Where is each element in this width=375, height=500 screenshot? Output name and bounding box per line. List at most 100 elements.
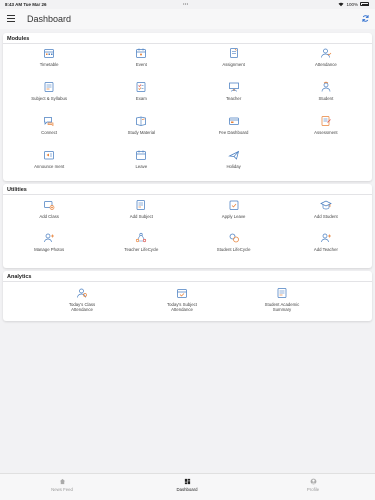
- modules-item-subject-syllabus[interactable]: Subject & Syllabus: [3, 81, 95, 115]
- modules-item-label: Subject & Syllabus: [31, 96, 68, 101]
- analytics-grid: Today's Class Attendance Today's Subject …: [32, 287, 332, 321]
- utilities-item-label: Add Teacher: [313, 247, 338, 252]
- utilities-item-apply-leave[interactable]: Apply Leave: [188, 199, 280, 232]
- analytics-divider: [3, 281, 372, 282]
- exam-icon: [137, 82, 146, 92]
- profile-icon: [310, 478, 316, 485]
- academic-summary-icon: [277, 288, 287, 298]
- analytics-item-label: Today's Subject Attendance: [167, 302, 197, 312]
- utilities-item-add-subject[interactable]: Add Subject: [95, 199, 187, 232]
- modules-item-announce-ment[interactable]: Announce ment: [3, 149, 95, 183]
- modules-item-label: Study Material: [127, 130, 156, 135]
- modules-divider: [3, 43, 372, 44]
- utilities-card: Utilities Add Class Add Subject Apply Leav…: [3, 184, 372, 268]
- add-teacher-icon: [321, 233, 331, 243]
- syllabus-icon: [44, 82, 54, 92]
- attendance-icon: [321, 48, 332, 58]
- modules-item-timetable[interactable]: Timetable: [3, 47, 95, 81]
- utilities-item-label: Manage Photos: [34, 247, 65, 252]
- analytics-card: Analytics Today's Class Attendance Today'…: [3, 271, 372, 321]
- modules-item-label: Holiday: [226, 164, 241, 169]
- tab-news-feed[interactable]: News Feed: [32, 478, 92, 492]
- utilities-item-label: Apply Leave: [221, 214, 246, 219]
- add-student-icon: [320, 200, 332, 210]
- assessment-icon: [321, 116, 331, 126]
- modules-item-attendance[interactable]: Attendance: [280, 47, 372, 81]
- modules-item-teacher[interactable]: Teacher: [188, 81, 280, 115]
- dashboard-icon: [184, 478, 190, 485]
- utilities-item-manage-photos[interactable]: Manage Photos: [3, 232, 95, 265]
- utilities-item-teacher-lifecycle[interactable]: Teacher LifeCycle: [95, 232, 187, 265]
- modules-grid: Timetable Event Assignment Attendance Subjec…: [3, 47, 372, 183]
- timetable-icon: [44, 49, 54, 58]
- tab-dashboard-label: Dashboard: [176, 486, 198, 492]
- assignment-icon: [229, 48, 238, 58]
- utilities-item-add-student[interactable]: Add Student: [280, 199, 372, 232]
- modules-item-label: Exam: [135, 96, 147, 101]
- modules-item-label: Connect: [41, 130, 58, 135]
- modules-item-label: Assignment: [222, 62, 245, 67]
- analytics-title: Analytics: [7, 273, 32, 280]
- wifi-icon: [338, 2, 344, 6]
- battery-icon: [360, 2, 369, 6]
- analytics-item-student-academic-summary[interactable]: Student Academic Summary: [232, 287, 332, 321]
- app-header: Dashboard: [0, 9, 375, 29]
- modules-item-leave[interactable]: Leave: [95, 149, 187, 183]
- modules-item-label: Student: [318, 96, 334, 101]
- teacher-lifecycle-icon: [136, 232, 147, 243]
- modules-item-connect[interactable]: Connect: [3, 115, 95, 149]
- hamburger-menu-icon[interactable]: [7, 15, 15, 22]
- modules-item-assessment[interactable]: Assessment: [280, 115, 372, 149]
- battery-percent: 100%: [346, 1, 358, 7]
- add-class-icon: [44, 201, 55, 210]
- analytics-item-label: Today's Class Attendance: [68, 302, 96, 312]
- status-time: 8:43 AM Tue Mar 26: [5, 1, 47, 7]
- multitask-dots: •••: [183, 1, 189, 6]
- modules-item-label: Fee Dashboard: [218, 130, 249, 135]
- utilities-divider: [3, 194, 372, 195]
- student-icon: [321, 81, 331, 92]
- analytics-item-today-s-subject-attendance[interactable]: Today's Subject Attendance: [132, 287, 232, 321]
- modules-item-event[interactable]: Event: [95, 47, 187, 81]
- refresh-icon[interactable]: [361, 14, 370, 23]
- modules-item-label: Leave: [135, 164, 148, 169]
- tab-profile[interactable]: Profile: [283, 478, 343, 492]
- tab-dashboard[interactable]: Dashboard: [157, 478, 217, 492]
- utilities-item-label: Add Student: [314, 214, 338, 219]
- utilities-item-student-lifecycle[interactable]: Student LifeCycle: [188, 232, 280, 265]
- utilities-grid: Add Class Add Subject Apply Leave Add Stude…: [3, 199, 372, 265]
- leave-icon: [136, 150, 147, 160]
- modules-item-label: Assessment: [314, 130, 338, 135]
- modules-title: Modules: [7, 35, 30, 42]
- status-right: 100%: [338, 2, 369, 7]
- modules-item-label: Attendance: [315, 62, 337, 67]
- modules-item-exam[interactable]: Exam: [95, 81, 187, 115]
- teacher-icon: [228, 82, 239, 92]
- subject-attendance-icon: [177, 289, 187, 298]
- modules-item-study-material[interactable]: Study Material: [95, 115, 187, 149]
- modules-item-holiday[interactable]: Holiday: [188, 149, 280, 183]
- student-lifecycle-icon: [229, 233, 239, 243]
- analytics-item-today-s-class-attendance[interactable]: Today's Class Attendance: [32, 287, 132, 321]
- modules-item-label: Announce ment: [34, 164, 65, 169]
- utilities-item-add-class[interactable]: Add Class: [3, 199, 95, 232]
- modules-item-fee-dashboard[interactable]: Fee Dashboard: [188, 115, 280, 149]
- bottom-tab-bar: News Feed Dashboard Profile: [0, 473, 375, 500]
- modules-item-assignment[interactable]: Assignment: [188, 47, 280, 81]
- modules-item-student[interactable]: Student: [280, 81, 372, 115]
- manage-photos-icon: [44, 233, 55, 243]
- page-title: Dashboard: [27, 13, 72, 24]
- utilities-item-label: Student LifeCycle: [216, 247, 251, 252]
- holiday-icon: [227, 150, 239, 160]
- study-material-icon: [136, 116, 147, 126]
- utilities-item-add-teacher[interactable]: Add Teacher: [280, 232, 372, 265]
- apply-leave-icon: [229, 200, 238, 210]
- tab-profile-label: Profile: [306, 486, 320, 492]
- event-icon: [136, 48, 147, 58]
- connect-icon: [44, 117, 54, 127]
- announcement-icon: [44, 151, 54, 160]
- utilities-item-label: Add Subject: [129, 214, 153, 219]
- tab-news-label: News Feed: [51, 486, 73, 492]
- utilities-item-label: Teacher LifeCycle: [124, 247, 159, 252]
- news-feed-icon: [59, 478, 65, 485]
